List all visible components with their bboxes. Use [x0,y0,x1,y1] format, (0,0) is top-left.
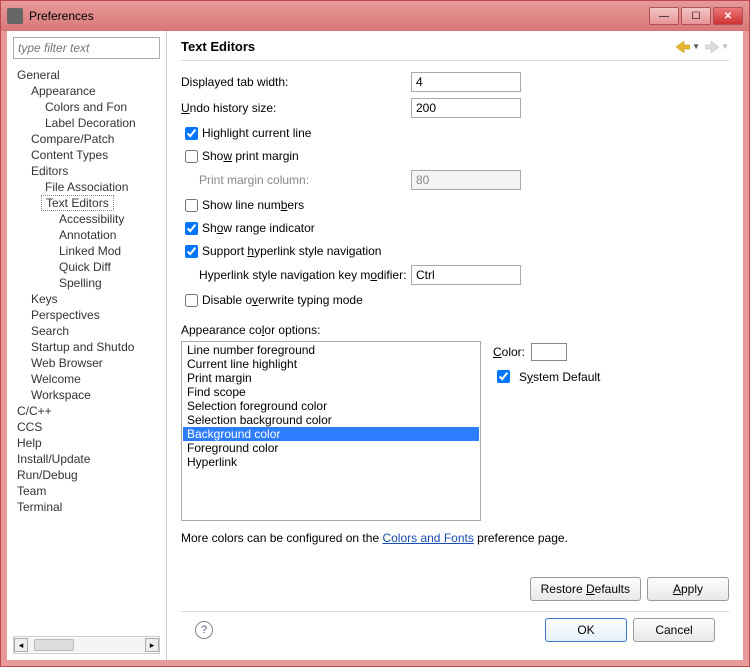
color-option[interactable]: Background color [183,427,479,441]
tree-item[interactable]: Keys [13,291,160,307]
tree-item[interactable]: Linked Mod [13,243,160,259]
color-option[interactable]: Selection background color [183,413,479,427]
tree-item[interactable]: Spelling [13,275,160,291]
apply-button[interactable]: Apply [647,577,729,601]
page-title: Text Editors [181,39,671,54]
footer: ? OK Cancel [181,611,729,652]
scroll-left-icon[interactable]: ◂ [14,638,28,652]
tree-item[interactable]: Text Editors [41,195,114,211]
line-numbers-checkbox[interactable] [185,199,198,212]
tab-width-label: Displayed tab width: [181,75,411,89]
tree-item[interactable]: Appearance [13,83,160,99]
filter-input[interactable] [13,37,160,59]
tree-item[interactable]: Editors [13,163,160,179]
system-default-label: System Default [519,370,600,384]
tree-item[interactable]: File Association [13,179,160,195]
tree-item[interactable]: Annotation [13,227,160,243]
minimize-button[interactable]: ― [649,7,679,25]
color-option[interactable]: Hyperlink [183,455,479,469]
titlebar[interactable]: Preferences ― ☐ ✕ [1,1,749,31]
ok-button[interactable]: OK [545,618,627,642]
print-margin-label: Show print margin [202,149,299,163]
system-default-checkbox[interactable] [497,370,510,383]
nav-back-icon[interactable] [675,40,691,54]
tree-item[interactable]: C/C++ [13,403,160,419]
print-margin-checkbox[interactable] [185,150,198,163]
tree-item[interactable]: Quick Diff [13,259,160,275]
info-line: More colors can be configured on the Col… [181,531,729,545]
cancel-button[interactable]: Cancel [633,618,715,642]
print-margin-col-label: Print margin column: [181,173,411,187]
content-area: GeneralAppearanceColors and FonLabel Dec… [1,31,749,666]
tree-item[interactable]: Run/Debug [13,467,160,483]
sidebar: GeneralAppearanceColors and FonLabel Dec… [7,31,167,660]
tab-width-input[interactable] [411,72,521,92]
highlight-checkbox[interactable] [185,127,198,140]
tree-item[interactable]: Colors and Fon [13,99,160,115]
color-label: Color: [493,345,525,359]
hyperlink-nav-checkbox[interactable] [185,245,198,258]
close-button[interactable]: ✕ [713,7,743,25]
overwrite-label: Disable overwrite typing mode [202,293,363,307]
tree-item[interactable]: Label Decoration [13,115,160,131]
color-section-label: Appearance color options: [181,323,729,337]
color-option[interactable]: Selection foreground color [183,399,479,413]
app-icon [7,8,23,24]
scroll-right-icon[interactable]: ▸ [145,638,159,652]
tree-item[interactable]: Web Browser [13,355,160,371]
nav-back-dropdown-icon[interactable]: ▼ [692,42,700,51]
color-options-list[interactable]: Line number foregroundCurrent line highl… [181,341,481,521]
tree-hscrollbar[interactable]: ◂ ▸ [13,636,160,654]
line-numbers-label: Show line numbers [202,198,304,212]
color-option[interactable]: Find scope [183,385,479,399]
tree-item[interactable]: Startup and Shutdo [13,339,160,355]
hyperlink-nav-label: Support hyperlink style navigation [202,244,381,258]
tree-item[interactable]: Team [13,483,160,499]
colors-fonts-link[interactable]: Colors and Fonts [382,531,473,545]
overwrite-checkbox[interactable] [185,294,198,307]
tree-item[interactable]: Help [13,435,160,451]
range-checkbox[interactable] [185,222,198,235]
color-option[interactable]: Foreground color [183,441,479,455]
nav-forward-dropdown-icon[interactable]: ▼ [721,42,729,51]
tree-item[interactable]: Content Types [13,147,160,163]
tree-item[interactable]: Welcome [13,371,160,387]
tree-item[interactable]: Perspectives [13,307,160,323]
tree-item[interactable]: Accessibility [13,211,160,227]
tree-item[interactable]: Workspace [13,387,160,403]
window-title: Preferences [29,9,649,23]
restore-defaults-button[interactable]: Restore Defaults [530,577,641,601]
tree-item[interactable]: Compare/Patch [13,131,160,147]
tree-item[interactable]: Search [13,323,160,339]
preferences-window: Preferences ― ☐ ✕ GeneralAppearanceColor… [0,0,750,667]
preference-tree[interactable]: GeneralAppearanceColors and FonLabel Dec… [13,67,160,636]
main-panel: Text Editors ▼ ▼ Displayed tab width: Un… [167,31,743,660]
help-icon[interactable]: ? [195,621,213,639]
color-swatch-button[interactable] [531,343,567,361]
undo-input[interactable] [411,98,521,118]
nav-forward-icon[interactable] [704,40,720,54]
print-margin-col-input [411,170,521,190]
hyperlink-mod-label: Hyperlink style navigation key modifier: [181,268,411,282]
scroll-track[interactable] [28,638,145,652]
range-label: Show range indicator [202,221,315,235]
color-option[interactable]: Print margin [183,371,479,385]
tree-item[interactable]: Install/Update [13,451,160,467]
scroll-thumb[interactable] [34,639,74,651]
tree-item[interactable]: CCS [13,419,160,435]
main-header: Text Editors ▼ ▼ [181,39,729,61]
tree-item[interactable]: Terminal [13,499,160,515]
hyperlink-mod-input[interactable] [411,265,521,285]
maximize-button[interactable]: ☐ [681,7,711,25]
color-option[interactable]: Current line highlight [183,357,479,371]
color-option[interactable]: Line number foreground [183,343,479,357]
undo-label: Undo history size: [181,101,411,115]
highlight-label: Highlight current line [202,126,311,140]
tree-item[interactable]: General [13,67,160,83]
